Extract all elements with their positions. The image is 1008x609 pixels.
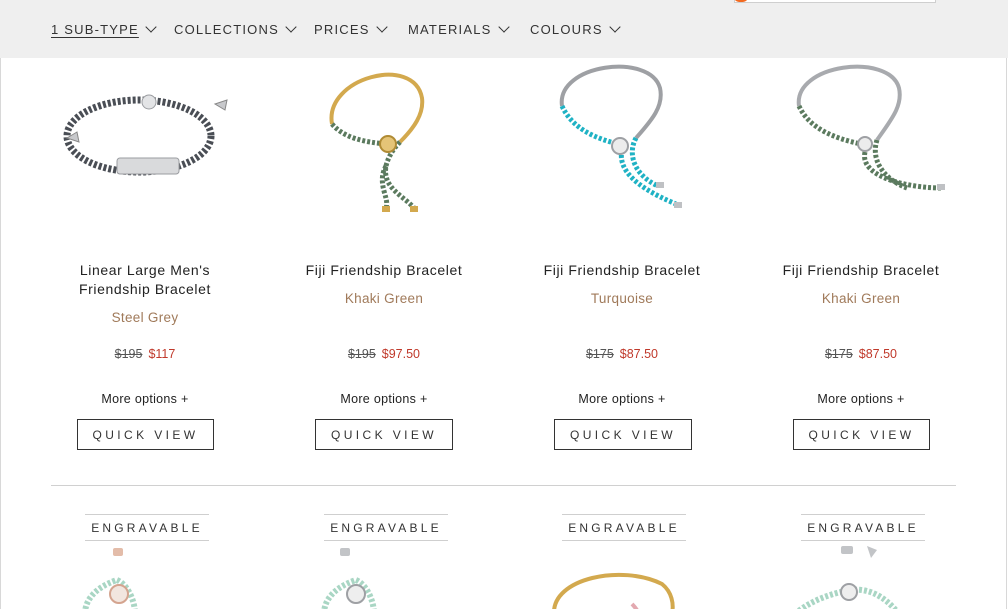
product-image-bracelet-mint-rose[interactable] [55,544,235,609]
product-variant: Steel Grey [111,310,179,325]
original-price: $175 [585,347,614,361]
sale-price: $87.50 [619,347,659,361]
quick-view-button[interactable]: QUICK VIEW [554,419,692,450]
chevron-down-icon [609,21,621,33]
original-price: $195 [114,347,143,361]
product-price: $175 $87.50 [761,347,961,361]
product-price: $195 $117 [45,347,245,361]
engravable-badge: ENGRAVABLE [85,514,209,541]
filter-prices[interactable]: PRICES [314,21,388,37]
filter-bar: 1 SUB-TYPE COLLECTIONS PRICES MATERIALS … [0,0,1008,58]
product-image-fiji-bracelet-turquoise[interactable] [532,58,712,228]
product-name[interactable]: Fiji Friendship Bracelet [522,261,722,280]
sale-price: $87.50 [858,347,898,361]
product-image-bracelet-mint-silver[interactable] [294,544,474,609]
engravable-badge: ENGRAVABLE [324,514,448,541]
more-options-link[interactable]: More options + [45,392,245,406]
more-options-link[interactable]: More options + [284,392,484,406]
frame-divider [0,58,1,609]
original-price: $195 [347,347,376,361]
product-name[interactable]: Linear Large Men's Friendship Bracelet [45,261,245,299]
filter-colours[interactable]: COLOURS [530,21,621,37]
filter-prices-label: PRICES [314,22,370,37]
product-name[interactable]: Fiji Friendship Bracelet [761,261,961,280]
product-price: $175 $87.50 [522,347,722,361]
quick-view-button[interactable]: QUICK VIEW [315,419,453,450]
product-name[interactable]: Fiji Friendship Bracelet [284,261,484,280]
product-variant: Turquoise [590,291,654,306]
chevron-down-icon [285,21,297,33]
sale-price: $117 [148,347,176,361]
filter-sub-type[interactable]: 1 SUB-TYPE [51,21,157,37]
product-image-bracelet-mint-gold[interactable] [532,544,712,609]
filter-collections[interactable]: COLLECTIONS [174,21,297,37]
search-accent-icon [734,0,748,2]
original-price: $175 [824,347,853,361]
filter-materials[interactable]: MATERIALS [408,21,510,37]
product-image-fiji-bracelet-khaki-gold[interactable] [294,58,474,228]
chevron-down-icon [375,21,388,33]
search-box-edge[interactable] [734,0,936,3]
product-image-bracelet-mint-silver-2[interactable] [771,544,951,609]
row-divider [51,485,956,486]
product-price: $195 $97.50 [284,347,484,361]
product-variant: Khaki Green [821,291,901,306]
engravable-badge: ENGRAVABLE [562,514,686,541]
more-options-link[interactable]: More options + [761,392,961,406]
filter-sub-type-label: 1 SUB-TYPE [51,22,139,37]
chevron-down-icon [145,21,157,33]
filter-materials-label: MATERIALS [408,22,492,37]
frame-divider [1006,58,1007,609]
sale-price: $97.50 [381,347,421,361]
quick-view-button[interactable]: QUICK VIEW [77,419,214,450]
product-variant: Khaki Green [344,291,424,306]
product-image-linear-mens-bracelet[interactable] [55,58,235,228]
filter-colours-label: COLOURS [530,22,603,37]
filter-collections-label: COLLECTIONS [174,22,279,37]
engravable-badge: ENGRAVABLE [801,514,925,541]
more-options-link[interactable]: More options + [522,392,722,406]
chevron-down-icon [497,21,510,33]
product-image-fiji-bracelet-khaki-silver[interactable] [771,58,951,228]
quick-view-button[interactable]: QUICK VIEW [793,419,930,450]
